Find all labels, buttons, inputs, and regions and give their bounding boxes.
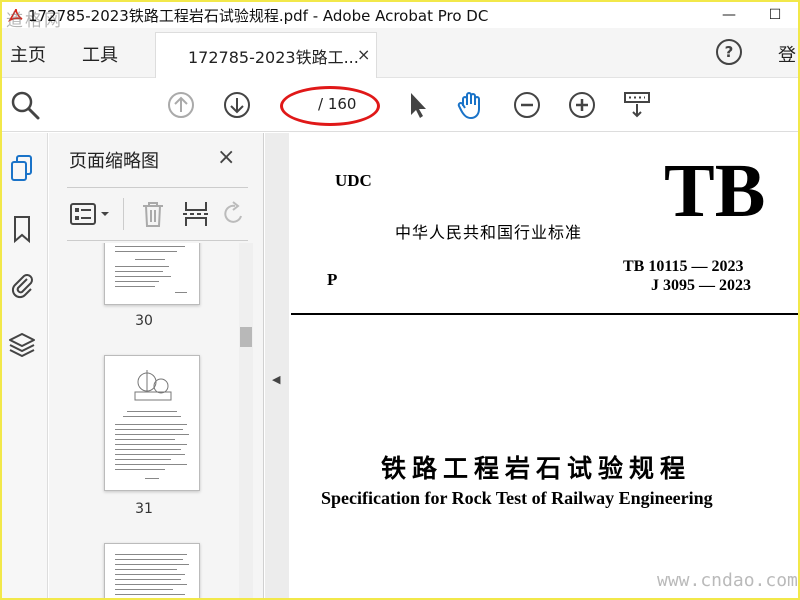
- scroll-mode-icon[interactable]: [620, 88, 654, 122]
- thumb-text-line: [115, 281, 159, 282]
- select-arrow-icon[interactable]: [400, 88, 434, 122]
- thumb-text-line: [123, 416, 181, 417]
- attachments-icon[interactable]: [7, 269, 37, 301]
- help-icon[interactable]: ?: [716, 39, 742, 65]
- document-title-en: Specification for Rock Test of Railway E…: [321, 488, 713, 508]
- page-up-icon[interactable]: [164, 88, 198, 122]
- thumb-text-line: [115, 266, 169, 267]
- thumb-text-line: [115, 454, 185, 455]
- thumb-text-line: [115, 459, 171, 460]
- login-button[interactable]: 登: [778, 41, 796, 67]
- close-tab-icon[interactable]: ×: [357, 45, 370, 64]
- close-panel-icon[interactable]: ×: [217, 145, 235, 170]
- thumbnail-page-32[interactable]: [104, 543, 200, 598]
- zoom-out-icon[interactable]: [510, 88, 544, 122]
- collapse-arrow-icon: ◀: [272, 373, 281, 386]
- document-tab-label: 172785-2023铁路工...: [188, 48, 359, 67]
- thumb-text-line: [115, 246, 185, 247]
- tools-menu[interactable]: 工具: [82, 41, 118, 67]
- thumb-text-line: [115, 469, 165, 470]
- thumb-text-line: [115, 434, 189, 435]
- thumb-text-line: [115, 559, 183, 560]
- thumb-text-line: [115, 569, 177, 570]
- layers-icon[interactable]: [7, 329, 37, 361]
- title-bar: 道格网 172785-2023铁路工程岩石试验规程.pdf - Adobe Ac…: [2, 2, 798, 31]
- thumb-text-line: [135, 259, 165, 260]
- thumbnail-page-30[interactable]: [104, 243, 200, 305]
- thumbnail-scrollbar[interactable]: [239, 243, 253, 598]
- zoom-in-icon[interactable]: [565, 88, 599, 122]
- udc-label: UDC: [335, 171, 372, 190]
- thumb-text-line: [115, 449, 181, 450]
- thumbnail-options-icon[interactable]: [69, 198, 115, 230]
- minimize-button[interactable]: —: [706, 2, 752, 28]
- tool-divider: [123, 198, 124, 230]
- standard-code-tb: TB 10115 — 2023: [623, 258, 744, 275]
- thumb-text-line: [145, 478, 159, 479]
- thumb-text-line: [115, 589, 173, 590]
- document-title-cn: 铁路工程岩石试验规程: [381, 454, 692, 483]
- thumb-text-line: [115, 251, 177, 252]
- thumbnail-page-31[interactable]: [104, 355, 200, 491]
- document-tab[interactable]: 172785-2023铁路工... ×: [155, 32, 377, 78]
- page-down-icon[interactable]: [220, 88, 254, 122]
- thumb-text-line: [115, 444, 187, 445]
- panel-collapse-handle[interactable]: ◀: [265, 133, 289, 598]
- p-label: P: [327, 270, 338, 289]
- panel-toolbar: [67, 187, 248, 241]
- standard-name: 中华人民共和国行业标准: [395, 223, 583, 242]
- maximize-button[interactable]: ☐: [752, 2, 798, 28]
- bookmarks-icon[interactable]: [7, 213, 37, 245]
- thumbnail-list: 30 31: [49, 243, 239, 598]
- rotate-page-icon[interactable]: [221, 198, 247, 230]
- panel-title: 页面缩略图: [69, 151, 159, 172]
- thumb-text-line: [115, 564, 189, 565]
- highlight-ellipse: [280, 86, 380, 126]
- scrollbar-thumb[interactable]: [240, 327, 252, 347]
- hand-tool-icon[interactable]: [454, 88, 488, 122]
- thumb-text-line: [115, 424, 187, 425]
- toolbar: / 160: [2, 78, 798, 132]
- thumb-text-line: [115, 286, 155, 287]
- watermark-bottom: www.cndao.com: [657, 570, 798, 591]
- document-view: UDC TB 中华人民共和国行业标准 P TB 10115 — 2023 J 3…: [289, 133, 798, 598]
- thumbnail-page-number: 30: [135, 313, 153, 329]
- header-rule: [291, 313, 798, 315]
- thumb-text-line: [115, 594, 185, 595]
- thumb-text-line: [115, 584, 187, 585]
- thumb-text-line: [115, 579, 181, 580]
- thumb-text-line: [115, 554, 187, 555]
- page-thumbnails-icon[interactable]: [7, 153, 37, 185]
- thumbnail-page-number: 31: [135, 501, 153, 517]
- acrobat-window: 道格网 172785-2023铁路工程岩石试验规程.pdf - Adobe Ac…: [2, 2, 798, 598]
- window-title: 172785-2023铁路工程岩石试验规程.pdf - Adobe Acroba…: [28, 7, 489, 25]
- standard-code-j: J 3095 — 2023: [651, 277, 751, 294]
- thumb-text-line: [115, 276, 171, 277]
- home-menu[interactable]: 主页: [10, 41, 46, 67]
- thumb-text-line: [127, 411, 177, 412]
- thumb-text-line: [175, 292, 187, 293]
- search-icon[interactable]: [8, 88, 42, 122]
- thumb-text-line: [115, 271, 163, 272]
- thumb-text-line: [115, 429, 183, 430]
- thumbnail-panel: 页面缩略图 × 30 31: [49, 133, 264, 598]
- thumb-text-line: [115, 464, 187, 465]
- thumbnail-figure: [134, 370, 172, 401]
- menu-bar: 主页 工具 172785-2023铁路工... × ? 登: [2, 28, 798, 78]
- delete-page-icon[interactable]: [139, 198, 167, 230]
- tb-mark: TB: [664, 149, 766, 233]
- split-page-icon[interactable]: [181, 198, 211, 230]
- navigation-rail: [2, 133, 48, 598]
- thumb-text-line: [115, 574, 185, 575]
- thumb-text-line: [115, 439, 175, 440]
